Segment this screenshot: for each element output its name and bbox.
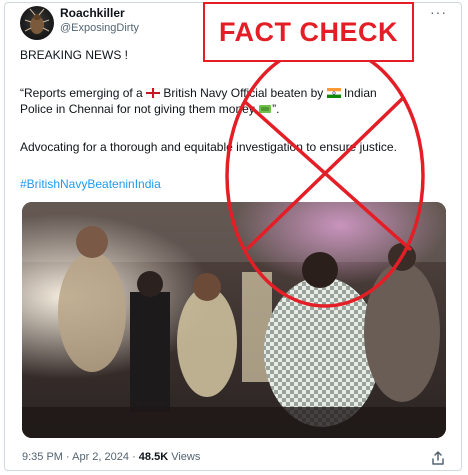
money-icon: [258, 103, 272, 117]
user-handle[interactable]: @ExposingDirty: [60, 22, 139, 34]
fact-check-label: FACT CHECK: [219, 17, 398, 47]
fact-check-stamp: FACT CHECK: [203, 2, 414, 62]
share-icon[interactable]: [430, 450, 446, 471]
views-count: 48.5K: [138, 451, 169, 463]
tweet-meta: 9:35 PM · Apr 2, 2024 · 48.5K Views: [22, 451, 200, 463]
tweet-text-line-4: Advocating for a thorough and equitable …: [20, 140, 397, 154]
display-name[interactable]: Roachkiller: [60, 6, 125, 20]
avatar[interactable]: [20, 6, 54, 40]
tweet-text-line-1: BREAKING NEWS !: [20, 48, 129, 62]
video-frame-image: [22, 202, 446, 438]
india-flag-icon: [326, 87, 341, 101]
england-flag-icon: [145, 87, 161, 101]
tweet-text-segment: British Navy Official beaten by: [163, 86, 324, 100]
more-options-icon[interactable]: ···: [430, 4, 447, 20]
tweet-video[interactable]: [22, 202, 446, 438]
tweet-text-segment: ”.: [272, 102, 280, 116]
tweet-text-line-3: Police in Chennai for not giving them mo…: [20, 102, 279, 117]
tweet-text-segment: Indian: [343, 86, 377, 100]
hashtag-link[interactable]: #BritishNavyBeateninIndia: [20, 177, 161, 191]
timestamp[interactable]: 9:35 PM · Apr 2, 2024 ·: [22, 451, 136, 463]
views-label: Views: [171, 451, 201, 463]
tweet-text-line-2: “Reports emerging of a British Navy Offi…: [20, 86, 377, 101]
tweet-text-segment: Police in Chennai for not giving them mo…: [20, 102, 255, 116]
avatar-cockroach-icon: [24, 8, 50, 34]
tweet-text-segment: “Reports emerging of a: [20, 86, 143, 100]
